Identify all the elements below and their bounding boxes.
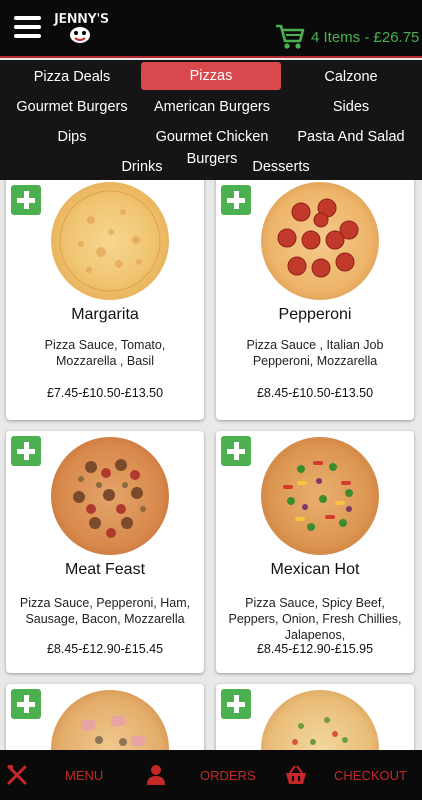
add-to-cart-plus-icon[interactable] bbox=[11, 185, 41, 215]
add-to-cart-plus-icon[interactable] bbox=[221, 436, 251, 466]
bottom-nav-menu[interactable]: MENU bbox=[6, 750, 103, 800]
cart-items-total: 4 Items - £26.75 bbox=[311, 28, 420, 46]
product-description: Pizza Sauce, Tomato, Mozzarella , Basil bbox=[44, 338, 166, 368]
category-nav: Pizza Deals Pizzas Calzone Gourmet Burge… bbox=[0, 60, 422, 180]
user-icon bbox=[147, 765, 165, 785]
category-desserts[interactable]: Desserts bbox=[248, 156, 314, 178]
pizza-image bbox=[261, 690, 379, 750]
add-to-cart-plus-icon[interactable] bbox=[11, 689, 41, 719]
category-gourmet-chicken[interactable]: Gourmet Chicken bbox=[150, 126, 274, 148]
bottom-nav-orders[interactable]: ORDERS bbox=[146, 750, 256, 800]
product-description: Pizza Sauce, Pepperoni, Ham, Sausage, Ba… bbox=[19, 596, 191, 626]
fork-knife-icon bbox=[7, 765, 27, 785]
category-burgers[interactable]: Burgers bbox=[186, 149, 238, 169]
bottom-nav-orders-label: ORDERS bbox=[200, 767, 256, 783]
product-card[interactable]: Meat Feast Pizza Sauce, Pepperoni, Ham, … bbox=[6, 431, 204, 673]
margarita-pizza-image bbox=[51, 182, 169, 300]
logo-text: JENNY'S bbox=[54, 12, 110, 27]
category-pizza-deals[interactable]: Pizza Deals bbox=[20, 66, 124, 88]
product-card[interactable]: Mexican Hot Pizza Sauce, Spicy Beef, Pep… bbox=[216, 431, 414, 673]
product-price: £7.45-£10.50-£13.50 bbox=[46, 386, 164, 400]
bottom-nav-checkout-label: CHECKOUT bbox=[334, 767, 407, 783]
product-grid: Margarita Pizza Sauce, Tomato, Mozzarell… bbox=[0, 180, 422, 750]
product-card[interactable] bbox=[6, 684, 204, 750]
pepperoni-pizza-image bbox=[261, 182, 379, 300]
app-header: JENNY'S 4 Items - £26.75 bbox=[0, 0, 422, 58]
product-card[interactable]: Pepperoni Pizza Sauce , Italian Job Pepp… bbox=[216, 180, 414, 420]
bottom-nav-menu-label: MENU bbox=[65, 767, 104, 783]
category-american-burgers[interactable]: American Burgers bbox=[150, 96, 274, 118]
product-card[interactable] bbox=[216, 684, 414, 750]
product-price: £8.45-£12.90-£15.95 bbox=[256, 642, 374, 656]
logo-face-icon bbox=[70, 27, 90, 43]
add-to-cart-plus-icon[interactable] bbox=[221, 185, 251, 215]
product-description: Pizza Sauce , Italian Job Pepperoni, Moz… bbox=[246, 338, 384, 368]
product-card[interactable]: Margarita Pizza Sauce, Tomato, Mozzarell… bbox=[6, 180, 204, 420]
category-drinks[interactable]: Drinks bbox=[114, 156, 170, 178]
add-to-cart-plus-icon[interactable] bbox=[11, 436, 41, 466]
bottom-nav-checkout[interactable]: CHECKOUT bbox=[284, 750, 407, 800]
product-price: £8.45-£10.50-£13.50 bbox=[256, 386, 374, 400]
product-name: Pepperoni bbox=[278, 306, 352, 323]
product-name: Meat Feast bbox=[64, 561, 146, 578]
meat-feast-pizza-image bbox=[51, 437, 169, 555]
pizza-image bbox=[51, 690, 169, 750]
cart-icon bbox=[276, 24, 305, 49]
category-pizzas[interactable]: Pizzas bbox=[141, 62, 281, 90]
product-name: Mexican Hot bbox=[270, 561, 360, 578]
product-name: Margarita bbox=[71, 306, 139, 323]
bottom-nav: MENU ORDERS CHECKOUT bbox=[0, 750, 422, 800]
category-pasta-and-salad[interactable]: Pasta And Salad bbox=[296, 126, 406, 148]
restaurant-logo[interactable]: JENNY'S bbox=[54, 12, 110, 46]
add-to-cart-plus-icon[interactable] bbox=[221, 689, 251, 719]
product-description: Pizza Sauce, Spicy Beef, Peppers, Onion,… bbox=[228, 596, 402, 642]
menu-hamburger-icon[interactable] bbox=[14, 16, 41, 39]
category-calzone[interactable]: Calzone bbox=[310, 66, 392, 88]
category-sides[interactable]: Sides bbox=[310, 96, 392, 118]
cart-summary[interactable]: 4 Items - £26.75 bbox=[275, 22, 419, 52]
category-dips[interactable]: Dips bbox=[40, 126, 104, 148]
mexican-hot-pizza-image bbox=[261, 437, 379, 555]
product-price: £8.45-£12.90-£15.45 bbox=[46, 642, 164, 656]
basket-icon bbox=[286, 765, 306, 784]
category-gourmet-burgers[interactable]: Gourmet Burgers bbox=[10, 96, 134, 118]
